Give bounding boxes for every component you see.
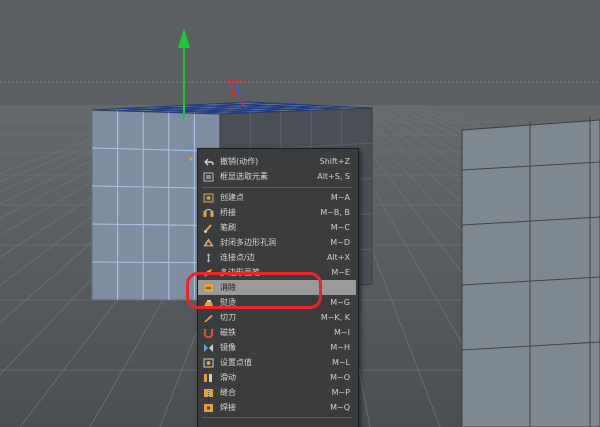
frame-selection-icon [202,171,214,182]
menu-item-label: 连接点/边 [220,253,255,262]
menu-item-create-point[interactable]: 创建点 M~A [198,190,356,205]
menu-item-bridge[interactable]: 桥接 M~B, B [198,205,356,220]
menu-item-label: 撤销(动作) [220,157,259,166]
menu-item-magnet[interactable]: 磁铁 M~I [198,325,356,340]
menu-item-shortcut: M~C [330,223,350,232]
menu-item-mirror[interactable]: 镜像 M~H [198,340,356,355]
mirror-icon [202,342,214,353]
viewport[interactable]: 撤销(动作) Shift+Z 框显选取元素 Alt+S, S 创建点 M~A 桥… [0,0,600,427]
menu-item-label: 焊接 [220,403,236,412]
menu-item-frame-selection[interactable]: 框显选取元素 Alt+S, S [198,169,356,184]
menu-item-connect-points-edges[interactable]: 连接点/边 Alt+X [198,250,356,265]
connect-points-edges-icon [202,252,214,263]
menu-item-label: 切刀 [220,313,236,322]
menu-item-label: 磁铁 [220,328,236,337]
menu-item-label: 框显选取元素 [220,172,268,181]
menu-item-label: 创建点 [220,193,244,202]
menu-item-shortcut: M~P [331,388,350,397]
knife-icon [202,312,214,323]
menu-item-set-point-value[interactable]: 设置点值 M~L [198,355,356,370]
menu-item-label: 封闭多边形孔洞 [220,238,276,247]
menu-item-shortcut: M~L [331,358,350,367]
close-polygon-hole-icon [202,237,214,248]
menu-item-label: 缝合 [220,388,236,397]
menu-item-knife[interactable]: 切刀 M~K, K [198,310,356,325]
menu-item-shortcut: M~D [330,238,350,247]
menu-item-shortcut: M~K, K [320,313,350,322]
menu-item-label: 桥接 [220,208,236,217]
cube-right[interactable] [461,117,600,427]
menu-item-shortcut: M~Q [330,403,350,412]
menu-item-shortcut: M~O [330,373,350,382]
menu-item-shortcut: Alt+X [326,253,350,262]
bridge-icon [202,207,214,218]
menu-item-undo[interactable]: 撤销(动作) Shift+Z [198,154,356,169]
menu-item-shortcut: M~I [334,328,350,337]
menu-item-weld[interactable]: 焊接 M~Q [198,400,356,415]
menu-item-label: 笔刷 [220,223,236,232]
menu-item-label: 设置点值 [220,358,252,367]
menu-item-close-polygon-hole[interactable]: 封闭多边形孔洞 M~D [198,235,356,250]
menu-item-shortcut: Alt+S, S [317,172,350,181]
menu-item-label: 滑动 [220,373,236,382]
menu-item-shortcut: M~A [330,193,350,202]
stitch-icon [202,387,214,398]
undo-icon [202,156,214,167]
create-point-icon [202,192,214,203]
menu-item-shortcut: M~E [331,268,350,277]
menu-item-slide[interactable]: 滑动 M~O [198,370,356,385]
highlight-ring [186,272,322,309]
menu-item-shortcut: M~B, B [320,208,350,217]
menu-item-stitch[interactable]: 缝合 M~P [198,385,356,400]
slide-icon [202,372,214,383]
menu-item-shortcut: Shift+Z [319,157,350,166]
magnet-icon [202,327,214,338]
menu-item-shortcut: M~H [330,343,350,352]
object-pivot [189,157,193,161]
menu-separator [202,187,352,188]
brush-icon [202,222,214,233]
weld-icon [202,402,214,413]
menu-item-label: 镜像 [220,343,236,352]
menu-separator [202,417,352,418]
menu-item-brush[interactable]: 笔刷 M~C [198,220,356,235]
set-point-value-icon [202,357,214,368]
menu-item-shortcut: M~G [330,298,350,307]
